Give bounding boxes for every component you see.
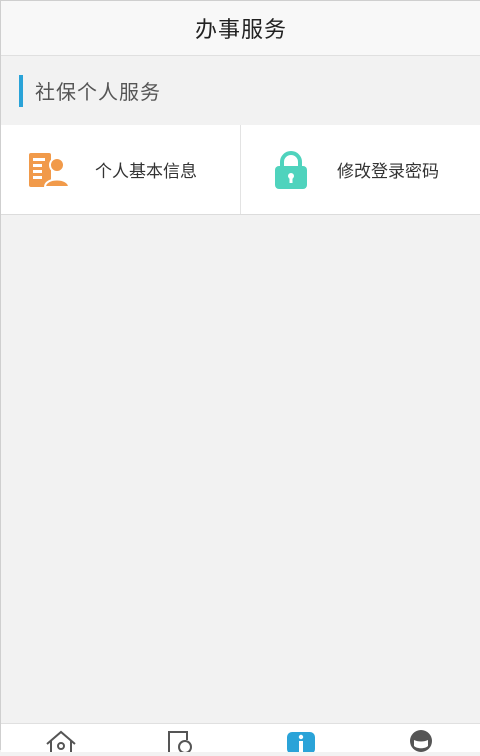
tab-search[interactable] (163, 730, 199, 756)
page-title: 办事服务 (194, 18, 287, 43)
app-header: 办事服务 (1, 1, 480, 56)
section-accent-bar (19, 74, 23, 107)
user-icon (406, 730, 436, 756)
section-title: 社保个人服务 (35, 80, 161, 104)
service-personal-info[interactable]: 个人基本信息 (1, 125, 241, 214)
tab-user[interactable] (403, 730, 439, 756)
service-change-password[interactable]: 修改登录密码 (241, 125, 480, 214)
lock-icon (271, 150, 311, 190)
tab-service[interactable] (283, 730, 319, 756)
service-label: 修改登录密码 (337, 162, 439, 182)
home-icon (44, 730, 78, 756)
service-label: 个人基本信息 (95, 162, 197, 182)
bottom-tab-bar (1, 723, 480, 754)
tab-home[interactable] (43, 730, 79, 756)
info-icon (285, 730, 317, 756)
section-header: 社保个人服务 (1, 56, 480, 126)
search-doc-icon (165, 730, 197, 756)
person-info-icon (29, 150, 69, 190)
service-grid: 个人基本信息 修改登录密码 (1, 125, 480, 215)
